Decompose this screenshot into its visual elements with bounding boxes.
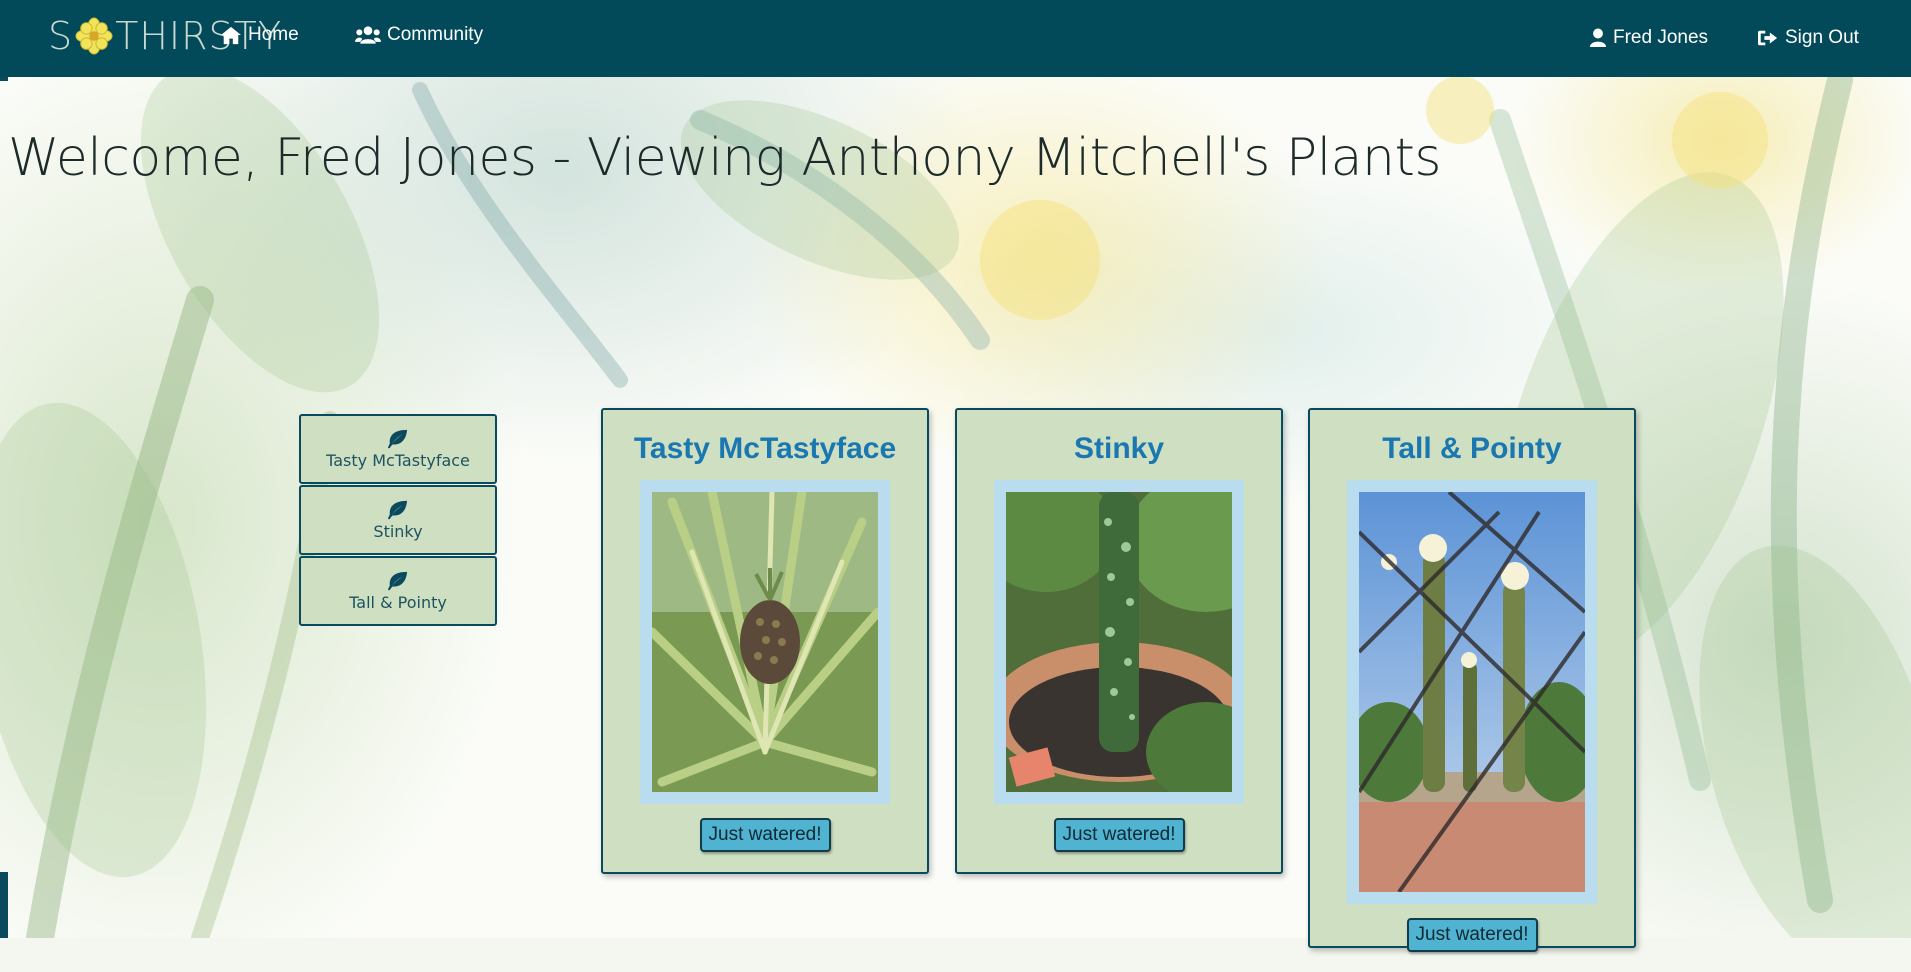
plant-card: Tall & Pointy Just watered! [1308, 408, 1636, 952]
plant-name: Stinky [1073, 432, 1165, 465]
leaf-icon [388, 500, 408, 519]
nav-user-link[interactable]: Fred Jones [1589, 3, 1708, 73]
just-watered-button[interactable]: Just watered! [699, 818, 831, 852]
user-icon [1589, 28, 1607, 47]
left-edge-tab[interactable] [0, 872, 8, 938]
top-navbar: S THIRSTY Home Community Fred Jones Sign… [0, 0, 1911, 77]
sidebar-item-label: Tall & Pointy [349, 592, 447, 612]
plant-photo [1359, 492, 1585, 892]
home-icon [221, 26, 241, 45]
sidebar-item-label: Tasty McTastyface [326, 450, 470, 470]
leaf-icon [388, 429, 408, 448]
users-icon [355, 26, 381, 44]
photo-frame [994, 480, 1244, 804]
just-watered-button[interactable]: Just watered! [1053, 818, 1185, 852]
nav-community-label: Community [387, 24, 484, 45]
nav-sign-out-link[interactable]: Sign Out [1757, 3, 1859, 73]
logo-prefix: S [48, 14, 74, 58]
nav-user-label: Fred Jones [1613, 27, 1709, 48]
sidebar-item-stinky[interactable]: Stinky [299, 485, 497, 555]
sidebar-item-tasty-mctastyface[interactable]: Tasty McTastyface [299, 414, 497, 484]
sign-out-icon [1758, 30, 1778, 46]
plant-sidebar: Tasty McTastyface Stinky Tall & Pointy [299, 414, 497, 627]
plant-name: Tall & Pointy [1382, 432, 1562, 465]
sidebar-item-label: Stinky [373, 521, 423, 541]
plant-card: Tasty McTastyface Just watered! [601, 408, 929, 874]
plant-card: Stinky Just watered! [955, 408, 1283, 874]
plant-name: Tasty McTastyface [633, 432, 897, 465]
sidebar-item-tall-pointy[interactable]: Tall & Pointy [299, 556, 497, 626]
nav-community-link[interactable]: Community [355, 0, 483, 70]
nav-home-link[interactable]: Home [220, 0, 299, 70]
plant-photo [1006, 492, 1232, 792]
leaf-icon [388, 571, 408, 590]
flower-icon [75, 17, 113, 55]
photo-frame [1347, 480, 1597, 904]
page-title: Welcome, Fred Jones - Viewing Anthony Mi… [8, 128, 1441, 188]
just-watered-button[interactable]: Just watered! [1406, 918, 1538, 952]
nav-home-label: Home [248, 24, 299, 45]
nav-sign-out-label: Sign Out [1785, 27, 1859, 48]
photo-frame [640, 480, 890, 804]
plant-photo [652, 492, 878, 792]
left-edge-tick [0, 77, 8, 81]
